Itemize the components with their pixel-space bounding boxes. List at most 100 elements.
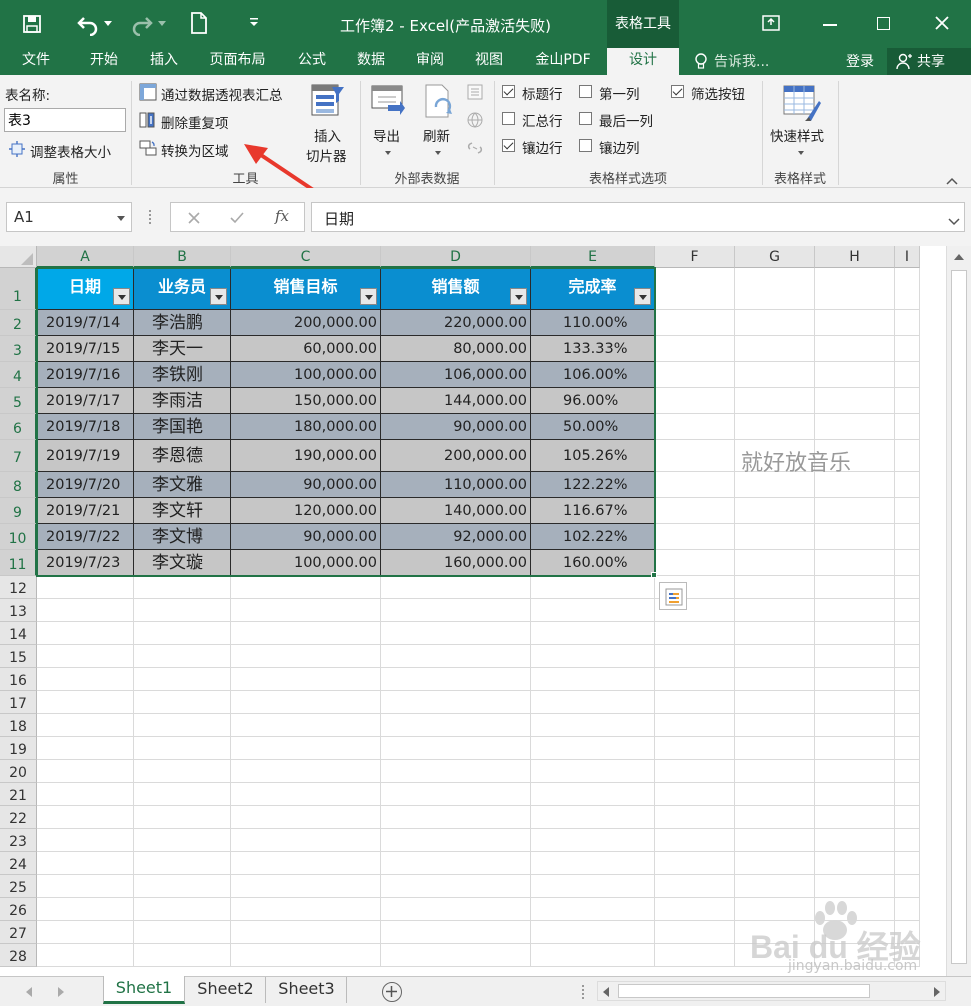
- cell[interactable]: [735, 622, 815, 645]
- cell[interactable]: [895, 760, 920, 783]
- cell[interactable]: [815, 668, 895, 691]
- table-cell[interactable]: 2019/7/18: [37, 414, 134, 440]
- cell[interactable]: [134, 852, 231, 875]
- cell[interactable]: [895, 852, 920, 875]
- table-cell[interactable]: 60,000.00: [231, 336, 381, 362]
- cell[interactable]: [815, 388, 895, 414]
- row-header-17[interactable]: 17: [0, 691, 37, 714]
- cell[interactable]: [815, 362, 895, 388]
- cell[interactable]: [735, 645, 815, 668]
- cell[interactable]: [895, 645, 920, 668]
- expand-formula-bar-icon[interactable]: [948, 215, 960, 226]
- cell[interactable]: [381, 668, 531, 691]
- cell[interactable]: [531, 622, 655, 645]
- cell[interactable]: [815, 336, 895, 362]
- cell[interactable]: [815, 550, 895, 576]
- cell[interactable]: [815, 599, 895, 622]
- cell[interactable]: [655, 472, 735, 498]
- cell[interactable]: [815, 829, 895, 852]
- row-header-3[interactable]: 3: [0, 336, 37, 362]
- cell[interactable]: [655, 714, 735, 737]
- table-cell[interactable]: 2019/7/15: [37, 336, 134, 362]
- cell[interactable]: [655, 524, 735, 550]
- tab-review[interactable]: 审阅: [406, 48, 454, 75]
- cell[interactable]: [655, 668, 735, 691]
- filter-dropdown-icon[interactable]: [360, 288, 377, 305]
- cell[interactable]: [37, 898, 134, 921]
- cell[interactable]: [735, 783, 815, 806]
- cell[interactable]: [37, 599, 134, 622]
- table-cell[interactable]: 120,000.00: [231, 498, 381, 524]
- cell[interactable]: [231, 714, 381, 737]
- cell[interactable]: [134, 875, 231, 898]
- table-cell[interactable]: 90,000.00: [381, 414, 531, 440]
- cell[interactable]: [134, 645, 231, 668]
- ribbon-display-options-icon[interactable]: [762, 15, 780, 31]
- table-cell[interactable]: 140,000.00: [381, 498, 531, 524]
- table-cell[interactable]: 100,000.00: [231, 550, 381, 576]
- cell[interactable]: [735, 714, 815, 737]
- table-cell[interactable]: 133.33%: [531, 336, 655, 362]
- cell[interactable]: [655, 944, 735, 967]
- cell[interactable]: [231, 852, 381, 875]
- row-header-24[interactable]: 24: [0, 852, 37, 875]
- refresh-button[interactable]: 刷新: [423, 125, 450, 145]
- cell[interactable]: [231, 760, 381, 783]
- cell[interactable]: [895, 599, 920, 622]
- tab-file[interactable]: 文件: [12, 48, 60, 75]
- table-header-cell[interactable]: 日期: [37, 268, 134, 310]
- cell[interactable]: [37, 714, 134, 737]
- cell[interactable]: [134, 921, 231, 944]
- table-cell[interactable]: 2019/7/22: [37, 524, 134, 550]
- cell[interactable]: [815, 498, 895, 524]
- cell[interactable]: [815, 414, 895, 440]
- cell[interactable]: [895, 414, 920, 440]
- cell[interactable]: [231, 737, 381, 760]
- cell[interactable]: [895, 668, 920, 691]
- cell[interactable]: [531, 875, 655, 898]
- cell[interactable]: [815, 783, 895, 806]
- cell[interactable]: [655, 760, 735, 783]
- scroll-up-icon[interactable]: [954, 254, 964, 260]
- collapse-ribbon-icon[interactable]: [946, 174, 958, 185]
- cell[interactable]: [815, 576, 895, 599]
- cell[interactable]: [381, 921, 531, 944]
- table-cell[interactable]: 2019/7/21: [37, 498, 134, 524]
- cell[interactable]: [531, 645, 655, 668]
- undo-dropdown-icon[interactable]: [104, 21, 112, 26]
- cell[interactable]: [37, 921, 134, 944]
- cell[interactable]: [231, 921, 381, 944]
- formula-input[interactable]: 日期: [311, 202, 965, 232]
- row-header-8[interactable]: 8: [0, 472, 37, 498]
- cell[interactable]: [895, 336, 920, 362]
- table-name-input[interactable]: [4, 108, 126, 132]
- table-cell[interactable]: 2019/7/16: [37, 362, 134, 388]
- cell[interactable]: [37, 806, 134, 829]
- close-icon[interactable]: [933, 14, 951, 32]
- cell[interactable]: [531, 944, 655, 967]
- cell[interactable]: [735, 268, 815, 310]
- cell[interactable]: [895, 472, 920, 498]
- cell[interactable]: [381, 714, 531, 737]
- cell[interactable]: [531, 806, 655, 829]
- cell[interactable]: [381, 944, 531, 967]
- cell[interactable]: [895, 362, 920, 388]
- cell[interactable]: [231, 576, 381, 599]
- cell[interactable]: [37, 622, 134, 645]
- row-header-10[interactable]: 10: [0, 524, 37, 550]
- cell[interactable]: [815, 806, 895, 829]
- row-header-21[interactable]: 21: [0, 783, 37, 806]
- cell[interactable]: [655, 388, 735, 414]
- next-sheet-icon[interactable]: [58, 987, 64, 997]
- tab-insert[interactable]: 插入: [140, 48, 188, 75]
- convert-to-range-button[interactable]: 转换为区域: [161, 140, 229, 160]
- cell[interactable]: [735, 498, 815, 524]
- cell[interactable]: [134, 622, 231, 645]
- row-header-7[interactable]: 7: [0, 440, 37, 472]
- cell[interactable]: [815, 524, 895, 550]
- row-header-28[interactable]: 28: [0, 944, 37, 967]
- row-header-23[interactable]: 23: [0, 829, 37, 852]
- cell[interactable]: [815, 310, 895, 336]
- row-header-26[interactable]: 26: [0, 898, 37, 921]
- table-cell[interactable]: 106.00%: [531, 362, 655, 388]
